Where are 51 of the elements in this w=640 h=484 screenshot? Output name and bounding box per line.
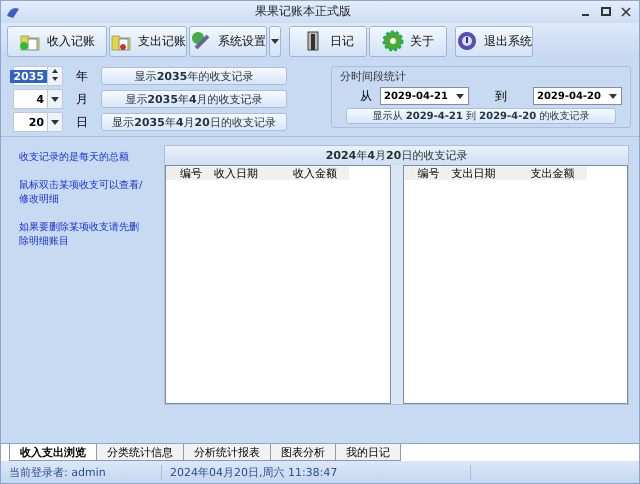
tab[interactable]: 分类统计信息 (96, 444, 184, 462)
unit-label: 日 (75, 114, 89, 131)
column-header[interactable]: 收入日期 (210, 166, 289, 180)
hint-text: 如果要删除某项收支请先删除明细账目 (19, 221, 140, 250)
column-header[interactable]: 支出金额 (526, 166, 586, 180)
gear-icon (382, 30, 404, 52)
tab[interactable]: 收入支出浏览 (9, 444, 97, 462)
caret-icon (51, 120, 59, 125)
column-header[interactable]: 编号 (176, 166, 210, 180)
column-header[interactable]: 收入金额 (289, 166, 349, 180)
show-records-button[interactable]: 显示2035年4月的收支记录 (101, 90, 287, 108)
tab[interactable]: 图表分析 (270, 444, 336, 462)
window-title: 果果记账本正式版 (254, 3, 352, 20)
toolbar-button[interactable]: 收入记账 (7, 26, 107, 58)
from-label: 从 (360, 88, 372, 105)
date-dropdown[interactable]: 20 (13, 112, 63, 132)
toolbar-button[interactable]: 退出系统 (455, 26, 533, 58)
hint-text: 收支记录的是每天的总额 (19, 151, 130, 166)
caret-icon (609, 94, 617, 99)
unit-label: 月 (75, 90, 89, 108)
status-text: 2024年04月20日,周六 11:38:47 (162, 464, 471, 480)
group-title: 分时间段统计 (340, 69, 407, 84)
date-dropdown[interactable]: 4 (13, 89, 63, 110)
show-records-button[interactable]: 显示2035年4月20日的收支记录 (101, 113, 287, 132)
row-header-gutter (166, 166, 176, 180)
show-records-button[interactable]: 显示2035年的收支记录 (101, 67, 287, 86)
column-header[interactable]: 支出日期 (448, 166, 526, 180)
row-header-gutter (404, 166, 414, 180)
power-icon (456, 30, 478, 52)
to-label: 到 (495, 88, 507, 105)
tab[interactable]: 分析统计报表 (183, 444, 271, 462)
toolbar-button[interactable]: 支出记账 (109, 26, 187, 58)
toolbar-button[interactable]: 关于 (369, 26, 447, 58)
unit-label: 年 (75, 68, 89, 85)
tab[interactable]: 我的日记 (335, 444, 401, 462)
to-date-field[interactable]: 2029-04-20 (533, 87, 622, 106)
caret-icon (271, 38, 279, 44)
caret-icon (51, 96, 59, 102)
caret-icon (456, 94, 464, 99)
show-range-button[interactable]: 显示从 2029-4-21 到 2029-4-20 的收支记录 (346, 108, 616, 124)
panel-title: 2024年4月20日的收支记录 (165, 146, 628, 166)
column-header[interactable]: 编号 (414, 166, 448, 180)
status-text: 当前登录者: admin (1, 464, 162, 480)
maximize-icon[interactable] (601, 6, 611, 17)
dropdown-button[interactable] (269, 26, 281, 58)
toolbar-button[interactable]: 日记 (289, 26, 367, 58)
close-icon[interactable] (621, 6, 631, 17)
from-date-field[interactable]: 2029-04-21 (380, 87, 469, 106)
hint-text: 鼠标双击某项收支可以查看/修改明细 (19, 179, 144, 208)
toolbar-button[interactable]: 系统设置 (189, 26, 267, 58)
year-spinner[interactable]: 2035 (13, 66, 63, 86)
